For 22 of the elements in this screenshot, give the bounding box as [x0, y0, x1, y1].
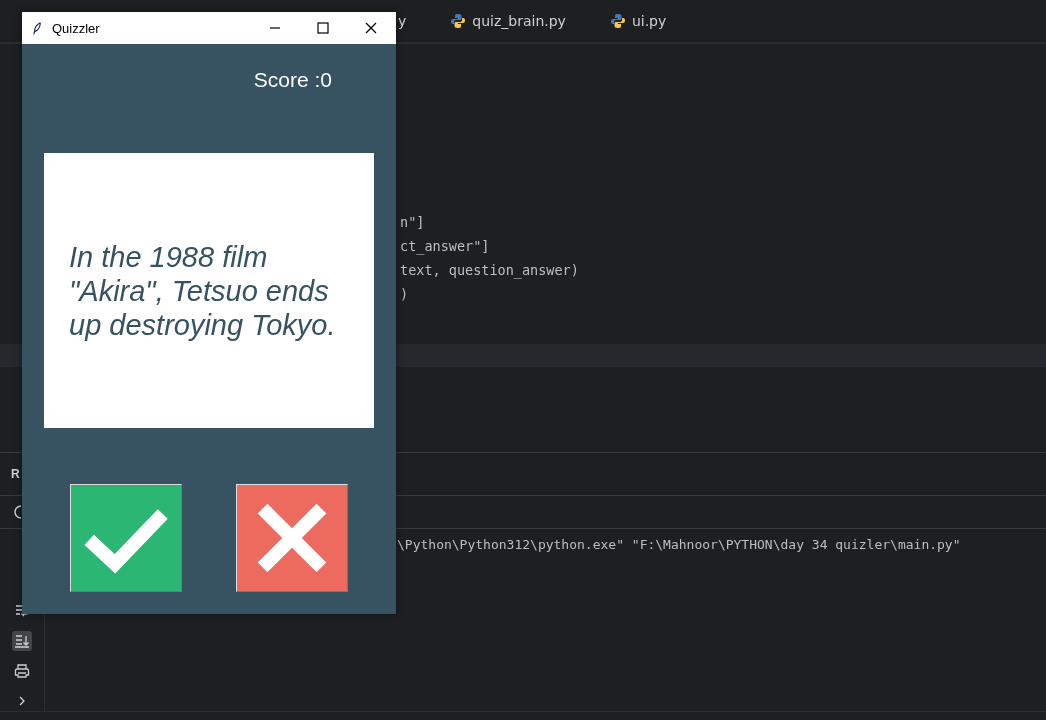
code-line: n"] — [400, 212, 426, 232]
python-icon — [609, 12, 626, 29]
close-icon[interactable] — [364, 21, 378, 35]
question-text: In the 1988 film "Akira", Tetsuo ends up destroying Tokyo. — [69, 239, 337, 342]
scroll-to-end-icon[interactable] — [12, 631, 32, 651]
rerun-icon[interactable] — [14, 505, 21, 519]
maximize-icon[interactable] — [316, 21, 330, 35]
code-line: ) — [400, 284, 410, 304]
panel-title: R — [11, 467, 20, 481]
file-tab[interactable]: ui.py — [609, 12, 667, 29]
file-tab[interactable]: y — [398, 12, 407, 29]
window-title: Quizzler — [52, 20, 101, 36]
console-line: \Python\Python312\python.exe" "F:\Mahnoor\PYTHON\day 34 quizler\main.py" — [397, 537, 961, 552]
code-line: text, question_answer) — [400, 260, 580, 281]
true-button[interactable] — [70, 484, 182, 592]
feather-icon — [32, 20, 42, 36]
python-icon — [450, 12, 467, 29]
print-icon[interactable] — [12, 661, 32, 681]
code-line: ct_answer"] — [400, 236, 491, 257]
file-tab[interactable]: quiz_brain.py — [450, 12, 566, 29]
score-label: Score :0 — [253, 68, 332, 93]
false-button[interactable] — [236, 484, 348, 592]
